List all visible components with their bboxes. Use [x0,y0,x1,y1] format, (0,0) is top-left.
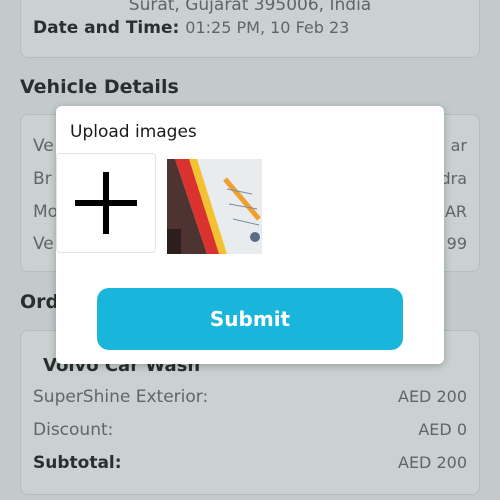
upload-images-dialog: Upload images Submit [56,106,444,364]
add-image-button[interactable] [56,153,156,253]
thumbnail-image [167,159,262,254]
uploaded-image-thumbnail[interactable] [167,159,262,254]
submit-button[interactable]: Submit [97,288,403,350]
dialog-title: Upload images [70,122,197,142]
